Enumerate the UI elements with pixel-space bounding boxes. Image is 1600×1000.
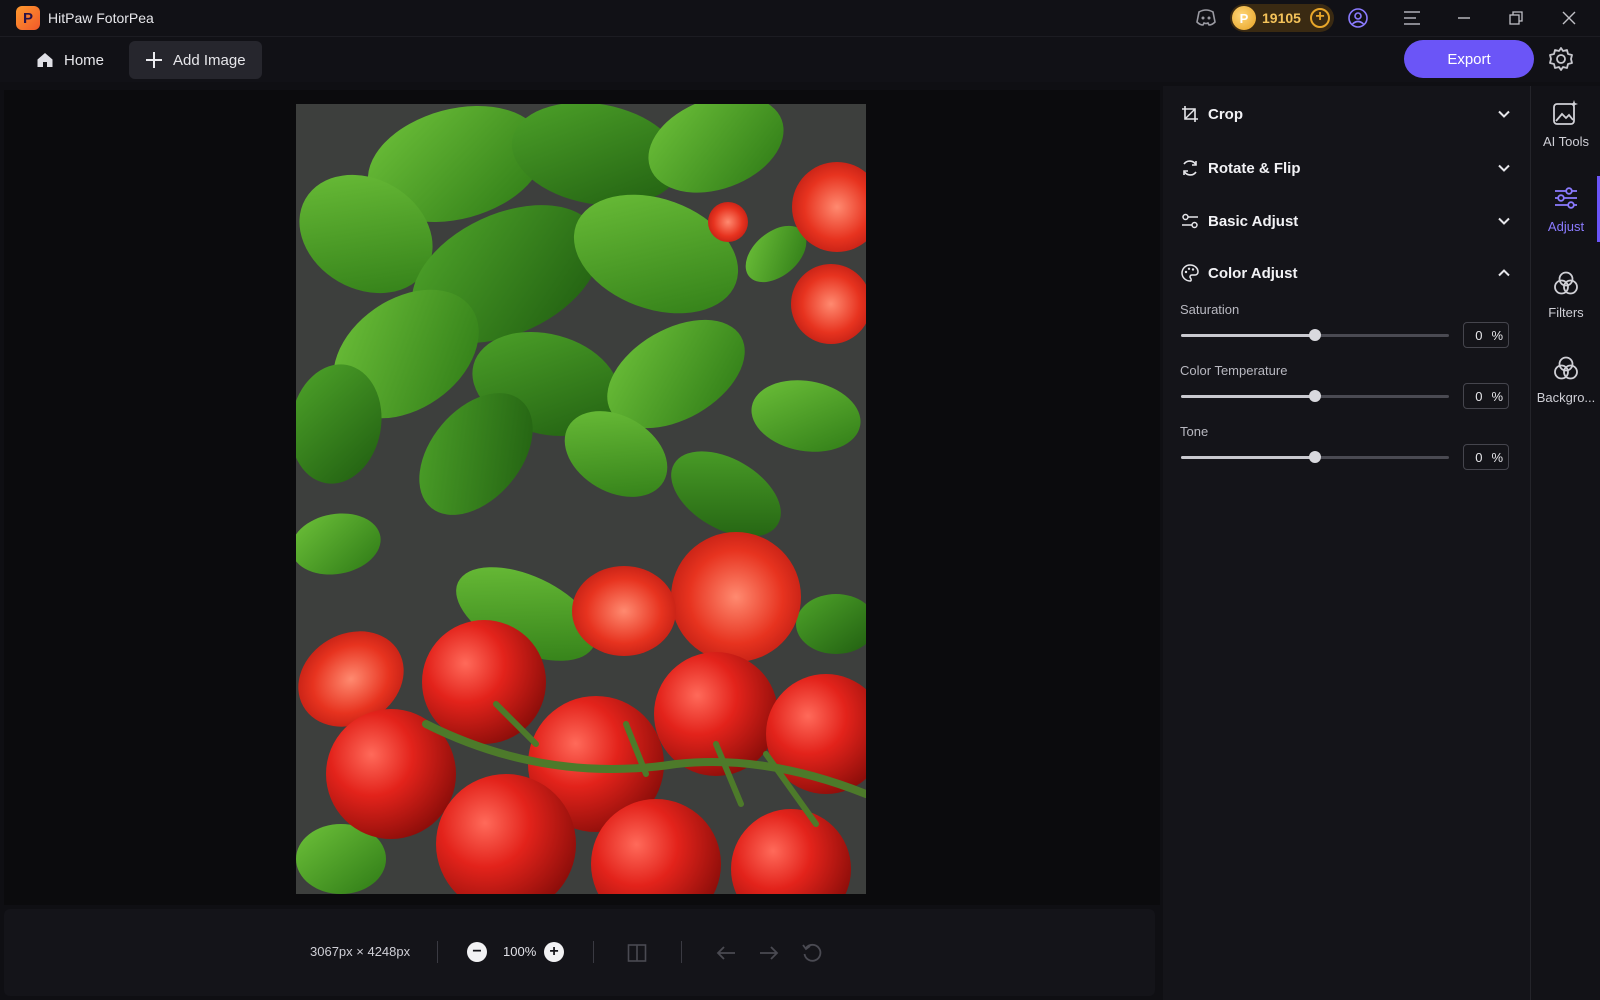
- slider-fill: [1181, 334, 1315, 337]
- minimize-icon[interactable]: [1452, 6, 1476, 30]
- divider: [681, 941, 682, 963]
- undo-icon[interactable]: [714, 941, 738, 965]
- home-icon: [36, 51, 54, 69]
- image-canvas[interactable]: [4, 90, 1160, 905]
- color-temperature-slider[interactable]: [1181, 390, 1449, 402]
- color-temperature-label: Color Temperature: [1180, 363, 1288, 378]
- edited-photo[interactable]: [296, 104, 866, 894]
- tone-value: 0: [1475, 449, 1483, 465]
- zoom-level: 100%: [503, 944, 537, 959]
- zoom-in-button[interactable]: +: [544, 942, 564, 962]
- adjust-label: Adjust: [1547, 219, 1585, 234]
- add-image-label: Add Image: [173, 51, 246, 69]
- percent-unit: %: [1491, 388, 1503, 404]
- tone-label: Tone: [1180, 424, 1209, 439]
- saturation-slider[interactable]: [1181, 329, 1449, 341]
- background-icon: [1551, 354, 1581, 384]
- home-button[interactable]: Home: [20, 41, 120, 79]
- restore-icon[interactable]: [1504, 6, 1528, 30]
- image-dimensions: 3067px × 4248px: [310, 944, 411, 959]
- adjust-panel: Crop Rotate & Flip Basic Adjust Color Ad…: [1163, 86, 1530, 1000]
- coin-balance[interactable]: P 19105 +: [1230, 4, 1334, 32]
- discord-icon[interactable]: [1194, 6, 1218, 30]
- saturation-value: 0: [1475, 327, 1483, 343]
- account-icon[interactable]: [1346, 6, 1370, 30]
- coin-icon: P: [1232, 6, 1256, 30]
- main-toolbar: Home Add Image Export: [0, 36, 1600, 82]
- ai-tools-icon: [1551, 98, 1581, 128]
- slider-fill: [1181, 456, 1315, 459]
- compare-icon[interactable]: [625, 941, 649, 965]
- sidebar-item-adjust[interactable]: Adjust: [1531, 175, 1600, 245]
- coin-count: 19105: [1262, 10, 1301, 26]
- add-coins-icon[interactable]: +: [1310, 8, 1330, 28]
- logo-letter: P: [22, 9, 33, 27]
- add-image-button[interactable]: Add Image: [129, 41, 262, 79]
- color-temperature-value-input[interactable]: 0 %: [1463, 383, 1509, 409]
- slider-fill: [1181, 395, 1315, 398]
- sidebar-item-ai-tools[interactable]: AI Tools: [1531, 90, 1600, 160]
- app-logo: P: [16, 6, 40, 30]
- menu-icon[interactable]: [1400, 6, 1424, 30]
- color-adjust-section-header[interactable]: Color Adjust: [1180, 258, 1514, 288]
- title-bar: P HitPaw FotorPea P 19105 +: [0, 0, 1600, 36]
- sidebar-item-filters[interactable]: Filters: [1531, 261, 1600, 331]
- app-window: P HitPaw FotorPea P 19105 + Home Add Ima…: [0, 0, 1600, 1000]
- adjust-icon: [1551, 183, 1581, 213]
- reset-icon[interactable]: [800, 941, 824, 965]
- chevron-up-icon[interactable]: [1494, 263, 1514, 283]
- crop-label: Crop: [1208, 105, 1243, 123]
- divider: [593, 941, 594, 963]
- filters-icon: [1551, 269, 1581, 299]
- tone-slider[interactable]: [1181, 451, 1449, 463]
- background-label: Backgro...: [1536, 390, 1596, 405]
- close-icon[interactable]: [1557, 6, 1581, 30]
- color-adjust-label: Color Adjust: [1208, 264, 1298, 282]
- redo-icon[interactable]: [757, 941, 781, 965]
- filters-label: Filters: [1548, 305, 1584, 320]
- color-temperature-value: 0: [1475, 388, 1483, 404]
- export-button[interactable]: Export: [1404, 40, 1534, 78]
- basic-adjust-label: Basic Adjust: [1208, 212, 1299, 230]
- percent-unit: %: [1491, 327, 1503, 343]
- view-controls-bar: 3067px × 4248px − 100% +: [4, 909, 1155, 996]
- saturation-value-input[interactable]: 0 %: [1463, 322, 1509, 348]
- sidebar-item-background[interactable]: Backgro...: [1531, 346, 1600, 416]
- zoom-out-button[interactable]: −: [467, 942, 487, 962]
- basic-adjust-icon: [1180, 211, 1200, 231]
- rotate-flip-label: Rotate & Flip: [1208, 159, 1301, 177]
- gear-icon[interactable]: [1548, 46, 1574, 72]
- rotate-icon: [1180, 158, 1200, 178]
- app-title: HitPaw FotorPea: [48, 10, 154, 26]
- slider-handle[interactable]: [1309, 390, 1321, 402]
- saturation-label: Saturation: [1180, 302, 1240, 317]
- crop-section-header[interactable]: Crop: [1180, 99, 1514, 129]
- rotate-flip-section-header[interactable]: Rotate & Flip: [1180, 153, 1514, 183]
- tool-sidebar: AI Tools Adjust Filters Backgro...: [1530, 86, 1600, 1000]
- crop-icon: [1180, 104, 1200, 124]
- ai-tools-label: AI Tools: [1542, 134, 1589, 149]
- chevron-down-icon[interactable]: [1494, 104, 1514, 124]
- chevron-down-icon[interactable]: [1494, 211, 1514, 231]
- home-label: Home: [64, 51, 105, 69]
- percent-unit: %: [1491, 449, 1503, 465]
- divider: [437, 941, 438, 963]
- chevron-down-icon[interactable]: [1494, 158, 1514, 178]
- slider-handle[interactable]: [1309, 451, 1321, 463]
- palette-icon: [1180, 263, 1200, 283]
- slider-handle[interactable]: [1309, 329, 1321, 341]
- tone-value-input[interactable]: 0 %: [1463, 444, 1509, 470]
- plus-icon: [145, 51, 163, 69]
- basic-adjust-section-header[interactable]: Basic Adjust: [1180, 206, 1514, 236]
